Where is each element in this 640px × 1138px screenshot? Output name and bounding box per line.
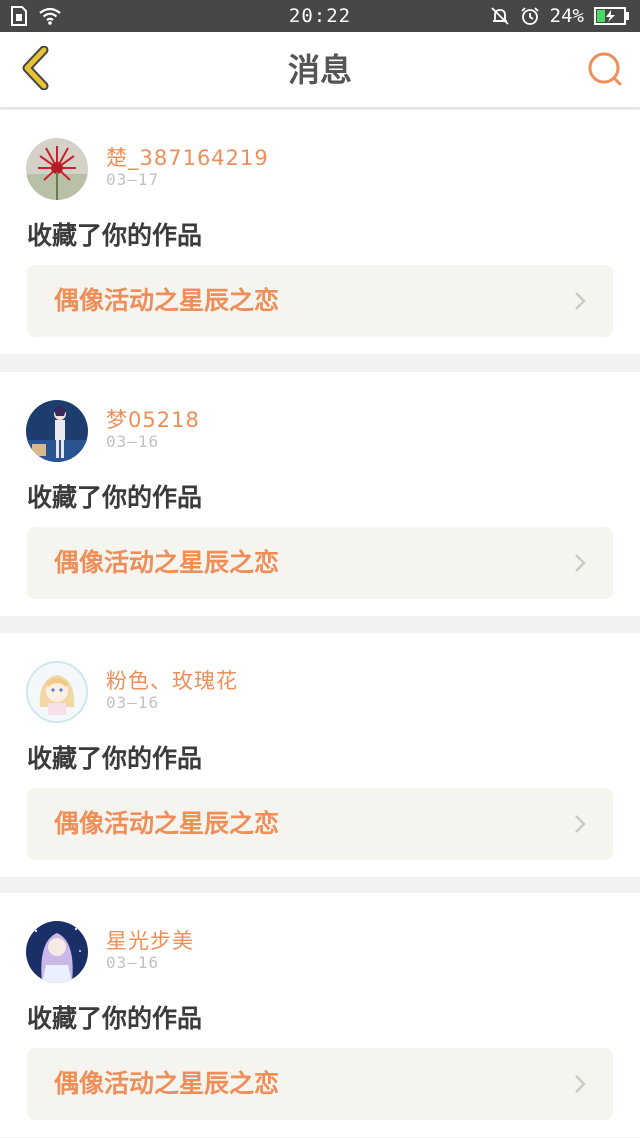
chevron-right-icon <box>573 291 587 311</box>
avatar[interactable] <box>26 921 88 983</box>
message-date: 03—16 <box>106 432 160 451</box>
message-card: 梦05218 03—16 收藏了你的作品 偶像活动之星辰之恋 <box>0 372 640 616</box>
user-name[interactable]: 星光步美 <box>106 925 194 955</box>
message-date: 03—16 <box>106 953 160 972</box>
battery-icon <box>594 7 630 25</box>
work-title: 偶像活动之星辰之恋 <box>54 286 280 315</box>
message-date: 03—16 <box>106 693 160 712</box>
action-text: 收藏了你的作品 <box>27 744 203 773</box>
user-name[interactable]: 楚_387164219 <box>106 142 269 172</box>
action-text: 收藏了你的作品 <box>27 221 203 250</box>
avatar[interactable] <box>26 661 88 723</box>
message-card: 楚_387164219 03—17 收藏了你的作品 偶像活动之星辰之恋 <box>0 110 640 354</box>
chevron-right-icon <box>573 814 587 834</box>
action-text: 收藏了你的作品 <box>27 483 203 512</box>
message-card: 粉色、玫瑰花 03—16 收藏了你的作品 偶像活动之星辰之恋 <box>0 633 640 877</box>
alarm-icon <box>520 6 540 26</box>
chevron-right-icon <box>573 1074 587 1094</box>
wifi-icon <box>38 7 62 25</box>
message-date: 03—17 <box>106 170 160 189</box>
avatar[interactable] <box>26 400 88 462</box>
sim-icon <box>10 6 28 26</box>
user-name[interactable]: 粉色、玫瑰花 <box>106 665 238 695</box>
work-title: 偶像活动之星辰之恋 <box>54 548 280 577</box>
work-link[interactable]: 偶像活动之星辰之恋 <box>27 1048 613 1120</box>
status-bar: 20:22 24% <box>0 0 640 32</box>
message-card: 星光步美 03—16 收藏了你的作品 偶像活动之星辰之恋 <box>0 893 640 1137</box>
header: 消息 <box>0 32 640 108</box>
search-icon <box>586 50 624 92</box>
work-link[interactable]: 偶像活动之星辰之恋 <box>27 527 613 599</box>
page-title: 消息 <box>287 51 352 89</box>
action-text: 收藏了你的作品 <box>27 1004 203 1033</box>
work-title: 偶像活动之星辰之恋 <box>54 1069 280 1098</box>
search-button[interactable] <box>582 48 628 94</box>
work-link[interactable]: 偶像活动之星辰之恋 <box>27 265 613 337</box>
user-name[interactable]: 梦05218 <box>106 404 200 434</box>
work-title: 偶像活动之星辰之恋 <box>54 809 280 838</box>
chevron-right-icon <box>573 553 587 573</box>
work-link[interactable]: 偶像活动之星辰之恋 <box>27 788 613 860</box>
battery-percent: 24% <box>549 5 584 27</box>
mute-icon <box>490 6 510 26</box>
avatar[interactable] <box>26 138 88 200</box>
